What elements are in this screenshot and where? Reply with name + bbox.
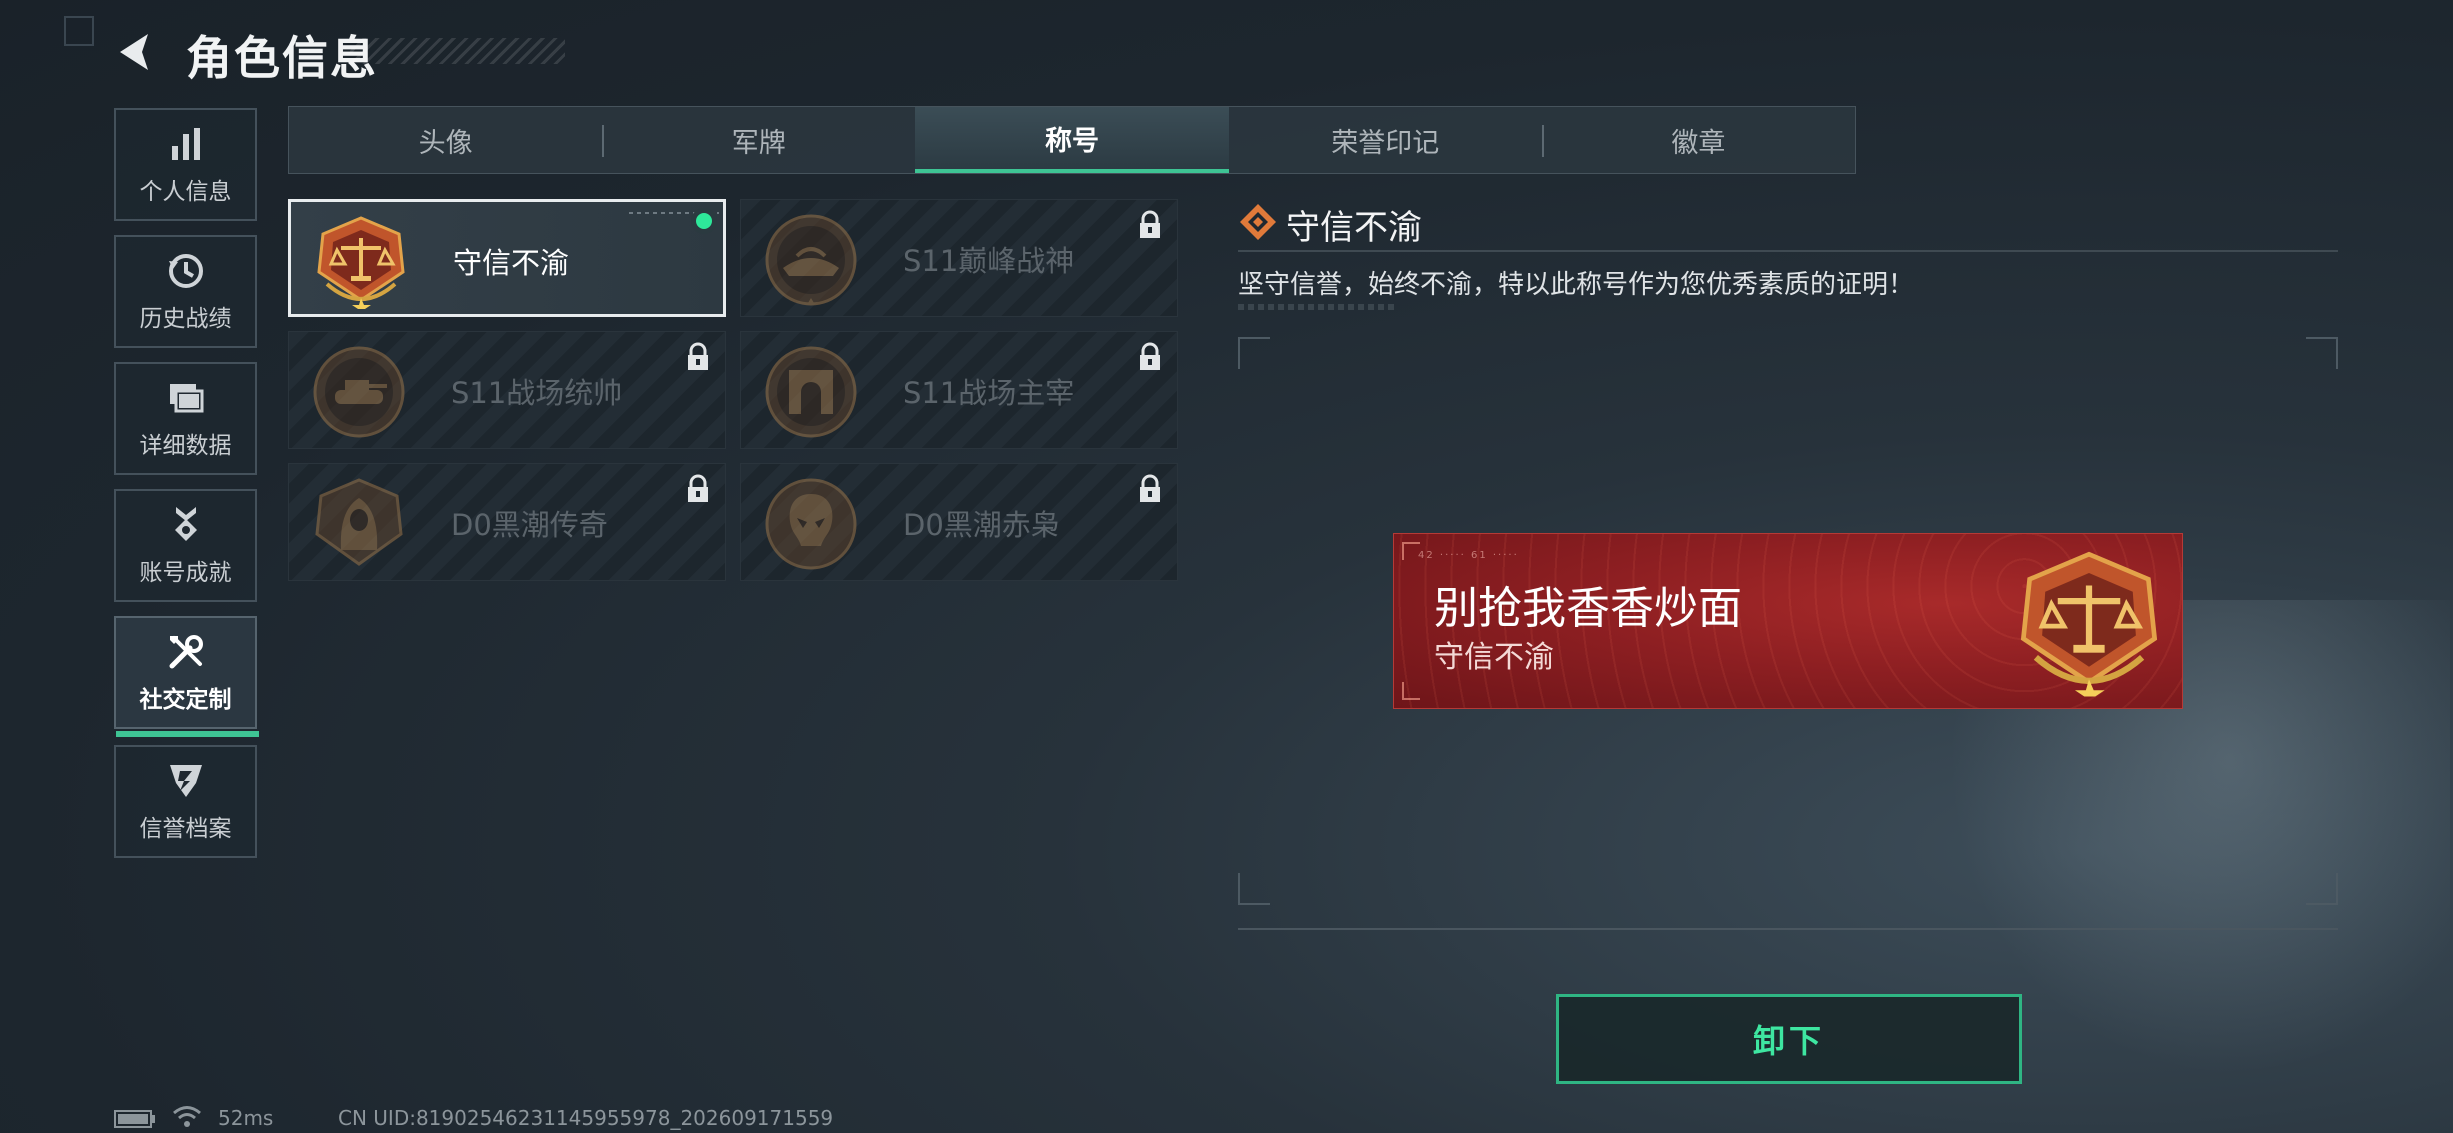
arch-medal-icon bbox=[765, 346, 857, 438]
detail-title: 守信不渝 bbox=[1286, 208, 1422, 248]
sidebar-item-label: 信誉档案 bbox=[139, 815, 232, 842]
title-label: 守信不渝 bbox=[453, 246, 570, 280]
lock-icon bbox=[1140, 342, 1160, 370]
title-card[interactable]: S11战场统帅 bbox=[288, 331, 726, 449]
back-button[interactable] bbox=[112, 28, 160, 76]
shield-icon bbox=[169, 764, 202, 797]
sidebar-item-credit-record[interactable]: 信誉档案 bbox=[114, 745, 257, 858]
sidebar-item-achievements[interactable]: 账号成就 bbox=[114, 489, 257, 602]
nameplate-preview: 42 ····· 61 ····· 别抢我香香炒面 守信不渝 bbox=[1393, 533, 2183, 709]
tank-medal-icon bbox=[313, 346, 405, 438]
nameplate-corner bbox=[1402, 682, 1420, 700]
medal-icon bbox=[174, 506, 197, 541]
wifi-icon bbox=[173, 1106, 201, 1127]
sidebar-item-label: 历史战绩 bbox=[139, 305, 232, 332]
tab-dog-tag[interactable]: 军牌 bbox=[602, 107, 915, 173]
title-label: S11战场主宰 bbox=[903, 376, 1075, 410]
frame-corner bbox=[1238, 337, 1270, 369]
sidebar-item-detailed-data[interactable]: 详细数据 bbox=[114, 362, 257, 475]
title-card[interactable]: D0黑潮传奇 bbox=[288, 463, 726, 581]
folder-icon bbox=[169, 383, 203, 412]
sidebar-item-personal-info[interactable]: 个人信息 bbox=[114, 108, 257, 221]
tab-badge[interactable]: 徽章 bbox=[1541, 107, 1855, 173]
unequip-button[interactable]: 卸下 bbox=[1556, 994, 2022, 1084]
title-label: D0黑潮赤枭 bbox=[903, 508, 1060, 542]
title-decoration bbox=[350, 38, 565, 64]
history-clock-icon bbox=[168, 253, 203, 288]
sidebar-item-history[interactable]: 历史战绩 bbox=[114, 235, 257, 348]
detail-decoration bbox=[1238, 304, 1398, 310]
detail-description: 坚守信誉，始终不渝，特以此称号作为您优秀素质的证明！ bbox=[1238, 270, 1915, 300]
hovercraft-medal-icon bbox=[765, 214, 857, 306]
player-name: 别抢我香香炒面 bbox=[1434, 583, 1742, 634]
tab-title[interactable]: 称号 bbox=[915, 107, 1229, 173]
title-label: D0黑潮传奇 bbox=[451, 508, 608, 542]
tab-honor-mark[interactable]: 荣誉印记 bbox=[1229, 107, 1542, 173]
title-label: S11巅峰战神 bbox=[903, 244, 1075, 278]
lock-icon bbox=[1140, 210, 1160, 238]
hooded-figure-medal-icon bbox=[315, 478, 403, 566]
nameplate-title: 守信不渝 bbox=[1434, 640, 1554, 675]
back-arrow-icon bbox=[120, 34, 148, 70]
divider bbox=[1238, 250, 2338, 252]
ping-text: 52ms bbox=[218, 1106, 274, 1130]
category-tabs: 头像 军牌 称号 荣誉印记 徽章 bbox=[288, 106, 1856, 174]
tab-avatar[interactable]: 头像 bbox=[289, 107, 602, 173]
nameplate-small-text: 42 ····· 61 ····· bbox=[1418, 550, 1519, 561]
sidebar-item-label: 个人信息 bbox=[139, 178, 232, 205]
scales-medal-icon bbox=[2020, 551, 2158, 697]
title-label: S11战场统帅 bbox=[451, 376, 623, 410]
sidebar-item-label: 详细数据 bbox=[139, 432, 232, 459]
uid-text: CN UID:81902546231145955978_202609171559 bbox=[338, 1106, 834, 1130]
frame-corner bbox=[2306, 873, 2338, 905]
title-card[interactable]: S11战场主宰 bbox=[740, 331, 1178, 449]
divider bbox=[1238, 928, 2338, 930]
skull-medal-icon bbox=[765, 478, 857, 570]
battery-icon bbox=[114, 1110, 155, 1128]
lock-icon bbox=[688, 474, 708, 502]
diamond-icon bbox=[1240, 204, 1276, 240]
sidebar-item-label: 社交定制 bbox=[139, 686, 232, 713]
title-card[interactable]: 守信不渝 bbox=[288, 199, 726, 317]
frame-corner bbox=[2306, 337, 2338, 369]
scales-medal-icon bbox=[317, 216, 405, 309]
sidebar-item-social-custom[interactable]: 社交定制 bbox=[114, 616, 259, 737]
lock-icon bbox=[688, 342, 708, 370]
title-card[interactable]: D0黑潮赤枭 bbox=[740, 463, 1178, 581]
corner-frame bbox=[64, 16, 94, 46]
unequip-label: 卸下 bbox=[1752, 1022, 1825, 1060]
active-indicator bbox=[116, 731, 259, 737]
frame-corner bbox=[1238, 873, 1270, 905]
equipped-indicator bbox=[691, 208, 717, 234]
bar-chart-icon bbox=[171, 127, 200, 160]
title-card[interactable]: S11巅峰战神 bbox=[740, 199, 1178, 317]
tools-icon bbox=[169, 634, 203, 668]
lock-icon bbox=[1140, 474, 1160, 502]
sidebar-item-label: 账号成就 bbox=[139, 559, 232, 586]
